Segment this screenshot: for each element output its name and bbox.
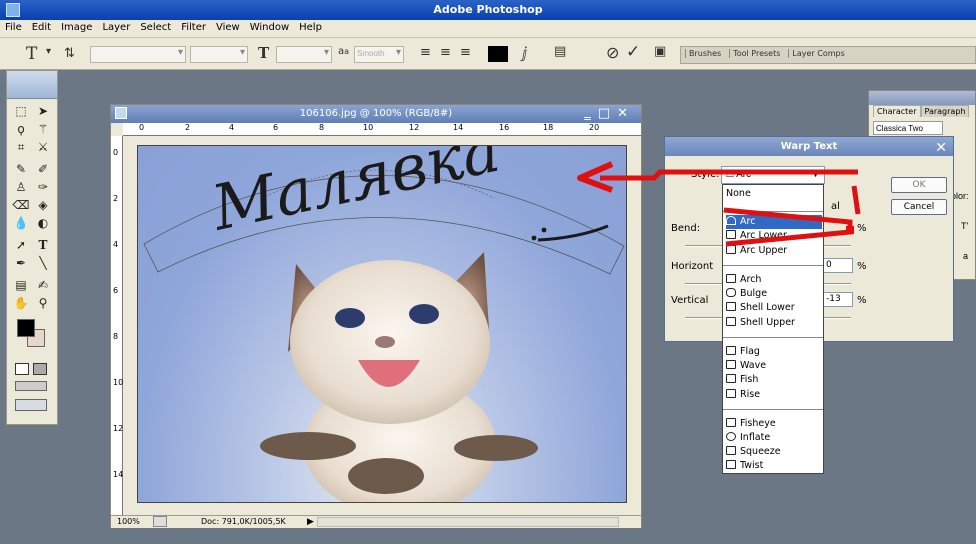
foreground-color-swatch[interactable]	[17, 319, 35, 337]
annotation-arrow-shaft	[600, 169, 858, 181]
annotation-overlay	[577, 161, 861, 247]
annotation-stroke	[851, 185, 861, 215]
annotation-mark	[846, 226, 854, 234]
annotation-highlight-arc	[723, 207, 853, 247]
